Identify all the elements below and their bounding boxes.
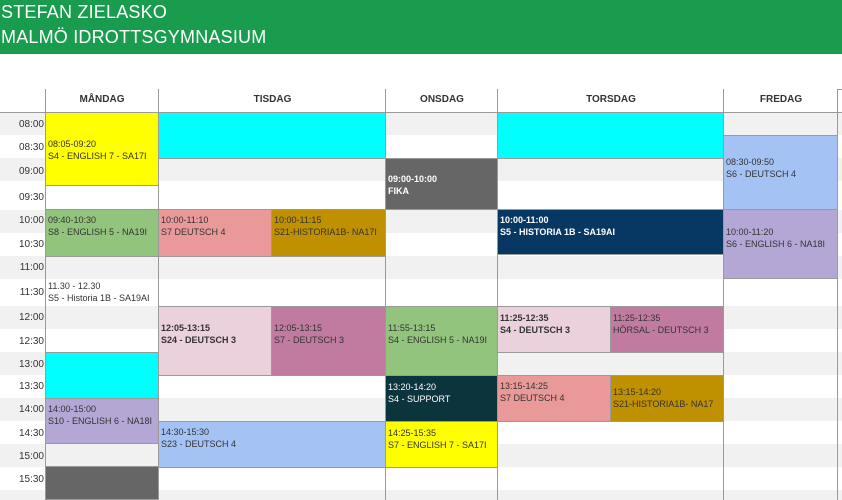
event-block[interactable]: 10:00-11:20 S6 - ENGLISH 6 - NA18I xyxy=(723,209,838,279)
event-title: S6 - ENGLISH 6 - NA18I xyxy=(726,239,826,249)
event-time: 08:05-09:20 xyxy=(48,139,97,149)
event-title: S21-HISTORIA1B- NA17I xyxy=(274,227,377,237)
event-block[interactable]: 10:00-11:15 S21-HISTORIA1B- NA17I xyxy=(271,209,386,257)
event-time: 14:00-15:00 xyxy=(48,404,97,414)
event-title: S6 - DEUTSCH 4 xyxy=(726,169,797,179)
event-block[interactable]: 12:05-13:15 S24 - DEUTSCH 3 xyxy=(158,306,272,376)
event-block[interactable]: 14:30-15:30 S23 - DEUTSCH 4 xyxy=(158,421,386,468)
event-time: 13:15-14:25 xyxy=(500,381,549,391)
event-block[interactable]: 10:00-11:10 S7 DEUTSCH 4 xyxy=(158,209,272,257)
event-time: 14:30-15:30 xyxy=(161,427,210,437)
time-label: 10:00 xyxy=(18,215,44,226)
event-block[interactable]: 11:25-12:35 HÖRSAL - DEUTSCH 3 xyxy=(610,306,724,353)
event-block[interactable]: 08:05-09:20 S4 - ENGLISH 7 - SA17I xyxy=(45,112,159,186)
event-time: 12:05-13:15 xyxy=(161,323,211,333)
event-time: 09:00-10:00 xyxy=(388,174,438,184)
time-label: 15:30 xyxy=(18,474,44,485)
event-title: S10 - ENGLISH 6 - NA18I xyxy=(48,416,153,426)
event-time: 13:15-14:20 xyxy=(613,387,662,397)
event-title: S24 - DEUTSCH 3 xyxy=(161,335,237,345)
time-label: 08:30 xyxy=(18,142,44,153)
event-time: 11.30 - 12.30 xyxy=(48,281,101,291)
event-block[interactable]: 13:15-14:20 S21-HISTORIA1B- NA17 xyxy=(610,375,724,422)
event-block[interactable] xyxy=(158,112,386,159)
event-block[interactable] xyxy=(497,112,724,159)
event-title: S23 - DEUTSCH 4 xyxy=(161,439,237,449)
event-title: S4 - ENGLISH 5 - NA19I xyxy=(388,335,488,345)
event-title: S7 DEUTSCH 4 xyxy=(500,393,565,403)
school-name: MALMÖ IDROTTSGYMNASIUM xyxy=(1,27,267,47)
event-block[interactable]: 09:40-10:30 S8 - ENGLISH 5 - NA19I xyxy=(45,209,159,257)
event-title: S5 - Historia 1B - SA19AI xyxy=(48,293,150,303)
schedule-grid: MÅNDAG TISDAG ONSDAG TORSDAG FREDAG 08:0… xyxy=(0,0,842,500)
event-block[interactable] xyxy=(45,466,159,500)
time-label: 09:00 xyxy=(18,166,44,177)
time-label: 11:00 xyxy=(19,262,44,273)
time-label: 14:30 xyxy=(18,428,44,439)
time-label: 15:00 xyxy=(18,451,44,462)
time-label: 13:30 xyxy=(18,381,44,392)
teacher-name: STEFAN ZIELASKO xyxy=(1,2,168,22)
event-time: 10:00-11:00 xyxy=(500,215,549,225)
event-title: S4 - ENGLISH 7 - SA17I xyxy=(48,151,147,161)
event-block[interactable]: 09:00-10:00 FIKA xyxy=(385,158,498,210)
time-label: 10:30 xyxy=(18,239,44,250)
event-block[interactable]: 14:00-15:00 S10 - ENGLISH 6 - NA18I xyxy=(45,398,159,444)
day-header-monday: MÅNDAG xyxy=(45,89,159,112)
event-time: 11:55-13:15 xyxy=(388,323,436,333)
event-title: S5 - HISTORIA 1B - SA19AI xyxy=(500,227,616,237)
event-title: S7 - DEUTSCH 3 xyxy=(274,335,345,345)
event-time: 12:05-13:15 xyxy=(274,323,323,333)
event-block[interactable] xyxy=(45,352,159,399)
time-label: 14:00 xyxy=(18,404,44,415)
day-header-wednesday: ONSDAG xyxy=(386,89,498,112)
event-time: 08:30-09:50 xyxy=(726,157,775,167)
time-label: 11:30 xyxy=(19,287,44,298)
time-label: 09:30 xyxy=(18,192,44,203)
event-time: 11:25-12:35 xyxy=(613,313,661,323)
event-time: 10:00-11:20 xyxy=(726,227,774,237)
event-time: 10:00-11:10 xyxy=(161,215,209,225)
event-title: HÖRSAL - DEUTSCH 3 xyxy=(613,325,709,335)
event-title: S7 DEUTSCH 4 xyxy=(161,227,226,237)
event-title: S7 - ENGLISH 7 - SA17I xyxy=(388,440,487,450)
event-block[interactable]: 13:15-14:25 S7 DEUTSCH 4 xyxy=(497,375,611,422)
event-time: 11:25-12:35 xyxy=(500,313,549,323)
event-block[interactable]: 11:25-12:35 S4 - DEUTSCH 3 xyxy=(497,306,611,353)
event-time: 13:20-14:20 xyxy=(388,382,437,392)
event-block[interactable]: 10:00-11:00 S5 - HISTORIA 1B - SA19AI xyxy=(497,209,724,255)
time-label: 08:00 xyxy=(18,119,44,130)
event-title: FIKA xyxy=(388,186,409,196)
event-time: 14:25-15:35 xyxy=(388,428,437,438)
day-header-friday: FREDAG xyxy=(724,89,838,112)
event-block[interactable]: 11:55-13:15 S4 - ENGLISH 5 - NA19I xyxy=(385,306,498,376)
event-block[interactable]: 11.30 - 12.30 S5 - Historia 1B - SA19AI xyxy=(45,257,159,353)
day-header-tuesday: TISDAG xyxy=(159,89,386,112)
event-title: S4 - SUPPORT xyxy=(388,394,451,404)
event-title: S21-HISTORIA1B- NA17 xyxy=(613,399,714,409)
time-label: 13:00 xyxy=(18,359,44,370)
event-block[interactable]: 12:05-13:15 S7 - DEUTSCH 3 xyxy=(271,306,386,376)
event-block[interactable]: 08:30-09:50 S6 - DEUTSCH 4 xyxy=(723,135,838,210)
time-label: 12:00 xyxy=(18,312,44,323)
event-block[interactable]: 14:25-15:35 S7 - ENGLISH 7 - SA17I xyxy=(385,421,498,468)
event-title: S8 - ENGLISH 5 - NA19I xyxy=(48,227,148,237)
event-block[interactable]: 13:20-14:20 S4 - SUPPORT xyxy=(385,375,498,422)
day-header-thursday: TORSDAG xyxy=(498,89,724,112)
event-title: S4 - DEUTSCH 3 xyxy=(500,325,571,335)
event-time: 10:00-11:15 xyxy=(274,215,322,225)
header-bar: STEFAN ZIELASKO MALMÖ IDROTTSGYMNASIUM xyxy=(0,0,842,54)
time-label: 12:30 xyxy=(18,336,44,347)
event-time: 09:40-10:30 xyxy=(48,215,97,225)
